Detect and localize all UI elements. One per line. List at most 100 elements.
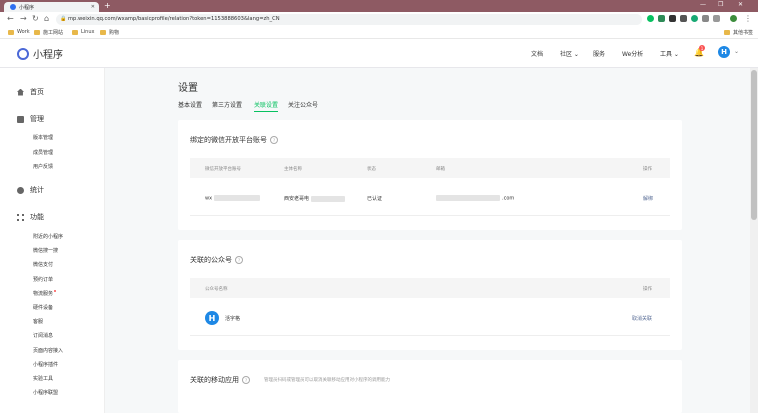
nav-services[interactable]: 服务: [593, 49, 605, 58]
sidebar-item-union[interactable]: 小程序联盟: [33, 389, 58, 396]
sidebar-item-service[interactable]: 客服: [33, 318, 43, 325]
folder-icon: [8, 29, 14, 35]
tab-third-party[interactable]: 第三方设置: [212, 100, 242, 109]
extension-c-icon[interactable]: [691, 15, 698, 22]
forward-icon[interactable]: →: [20, 14, 27, 23]
email-cell: .com: [436, 195, 514, 202]
reload-icon[interactable]: ↻: [32, 14, 39, 23]
table-row: wx: [205, 195, 261, 202]
help-icon[interactable]: ?: [242, 376, 250, 384]
sidebar-item-hardware[interactable]: 硬件设备: [33, 304, 53, 311]
lock-icon: 🔒: [60, 16, 67, 22]
browser-tab[interactable]: 小程序 ✕: [4, 2, 99, 12]
minimize-icon[interactable]: —: [700, 1, 706, 8]
profile-icon[interactable]: [730, 15, 737, 22]
open-platform-title: 绑定的微信开放平台账号?: [190, 135, 278, 145]
bookmark-work[interactable]: Work: [8, 29, 30, 35]
sidebar-item-version[interactable]: 版本管理: [33, 134, 53, 141]
home-browser-icon[interactable]: ⌂: [44, 14, 49, 23]
extensions-puzzle-icon[interactable]: [702, 15, 709, 22]
pie-chart-icon: [17, 186, 24, 194]
notification-badge: 1: [699, 45, 705, 51]
entity-cell: 西安老哥电: [284, 195, 346, 202]
sidebar-item-subscribe[interactable]: 订阅消息: [33, 332, 53, 339]
official-accounts-title: 关联的公众号?: [190, 255, 243, 265]
account-cell: wx: [205, 195, 213, 202]
folder-icon: [34, 30, 40, 35]
sidebar-item-booking[interactable]: 预约订单: [33, 276, 53, 283]
nav-tools[interactable]: 工具 ⌄: [660, 49, 679, 58]
sidebar-item-plugins[interactable]: 小程序插件: [33, 361, 58, 368]
unlink-official-account-link[interactable]: 取消关联: [632, 315, 652, 322]
url-text: mp.weixin.qq.com/wxamp/basicprofile/rela…: [68, 16, 280, 22]
sidebar-item-features[interactable]: 功能: [17, 212, 44, 222]
close-window-icon[interactable]: ✕: [738, 1, 743, 8]
column-header: 微信开放平台账号: [205, 167, 241, 172]
redacted-block: [436, 195, 500, 201]
mobile-apps-hint: 管理员扫码或管理员可以取消关联移动应用对小程序的调用能力: [264, 378, 390, 383]
app-logo[interactable]: 小程序: [17, 46, 63, 61]
official-accounts-table-header: [190, 278, 670, 298]
bookmark-construction[interactable]: 施工网站: [34, 29, 63, 36]
close-tab-icon[interactable]: ✕: [91, 4, 95, 10]
folder-icon: [100, 30, 106, 35]
sidebar-toggle-icon[interactable]: [713, 15, 720, 22]
avatar[interactable]: H: [718, 46, 730, 58]
tab-basic[interactable]: 基本设置: [178, 100, 202, 109]
sidebar-item-search[interactable]: 微信搜一搜: [33, 247, 58, 254]
app-header: [0, 39, 758, 68]
sidebar-item-members[interactable]: 成员管理: [33, 149, 53, 156]
chevron-down-icon[interactable]: ⌄: [734, 48, 739, 55]
extension-m-icon[interactable]: [680, 15, 687, 22]
bookmark-linux[interactable]: Linux: [72, 29, 94, 35]
column-header: 主体名称: [284, 167, 302, 172]
maximize-icon[interactable]: ❐: [718, 1, 723, 8]
scrollbar-thumb[interactable]: [751, 70, 757, 220]
mobile-apps-title: 关联的移动应用?: [190, 375, 250, 385]
sidebar-item-nearby[interactable]: 附近的小程序: [33, 233, 63, 240]
unbind-link[interactable]: 解绑: [643, 195, 653, 202]
sidebar-item-manage[interactable]: 管理: [17, 114, 44, 124]
back-icon[interactable]: ←: [7, 14, 14, 23]
folder-icon: [72, 29, 78, 35]
tab-relations[interactable]: 关联设置: [254, 100, 279, 112]
extension-square-icon[interactable]: [669, 15, 676, 22]
sidebar-item-stats[interactable]: 统计: [17, 185, 44, 195]
nav-community[interactable]: 社区 ⌄: [560, 49, 579, 58]
redacted-block: [214, 195, 261, 201]
column-header: 操作: [643, 287, 652, 292]
red-dot-icon: [54, 290, 57, 292]
extension-green-icon[interactable]: [647, 15, 654, 22]
address-bar[interactable]: 🔒 mp.weixin.qq.com/wxamp/basicprofile/re…: [56, 14, 642, 25]
help-icon[interactable]: ?: [235, 256, 243, 264]
manage-icon: [17, 115, 24, 123]
sidebar-item-content[interactable]: 页面内容接入: [33, 347, 63, 354]
browser-menu-icon[interactable]: ⋮: [744, 14, 752, 23]
sidebar-item-home[interactable]: 首页: [17, 87, 44, 97]
column-header: 操作: [643, 167, 652, 172]
browser-titlebar: [0, 0, 758, 12]
sidebar-item-pay[interactable]: 微信支付: [33, 261, 53, 268]
sidebar-item-lab[interactable]: 实验工具: [33, 375, 53, 382]
new-tab-button[interactable]: +: [104, 1, 111, 10]
grid-icon: [17, 213, 24, 221]
help-icon[interactable]: ?: [270, 136, 278, 144]
divider: [190, 215, 670, 216]
bookmark-shopping[interactable]: 购物: [100, 29, 119, 36]
page-title: 设置: [178, 83, 198, 94]
chevron-down-icon: ⌄: [572, 51, 579, 58]
column-header: 状态: [367, 167, 376, 172]
extension-arrow-icon[interactable]: [658, 15, 665, 22]
divider: [190, 335, 670, 336]
mini-program-logo-icon: [17, 47, 29, 60]
status-cell: 已认证: [367, 196, 383, 202]
nav-docs[interactable]: 文档: [531, 49, 543, 58]
column-header: 邮箱: [436, 167, 445, 172]
column-header: 公众号名称: [205, 287, 228, 292]
sidebar-item-logistics[interactable]: 物流服务: [33, 290, 57, 297]
tab-follow-official[interactable]: 关注公众号: [288, 100, 318, 109]
nav-analytics[interactable]: We分析: [622, 49, 643, 58]
sidebar-item-feedback[interactable]: 用户反馈: [33, 163, 53, 170]
mini-program-favicon-icon: [10, 4, 16, 10]
bookmark-other[interactable]: 其他书签: [724, 29, 753, 36]
